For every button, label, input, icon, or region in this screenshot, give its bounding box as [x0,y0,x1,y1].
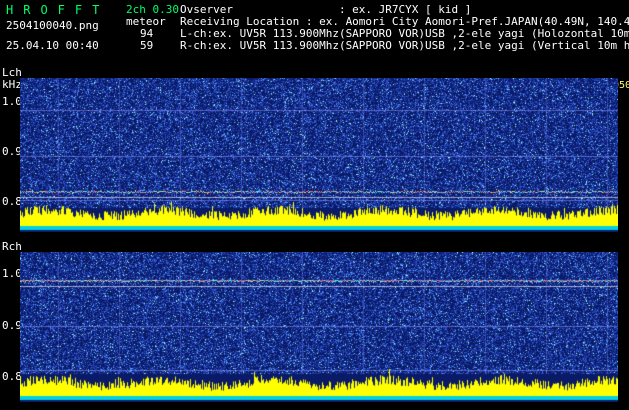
lch-ytick-0.9: 0.9 [2,145,22,158]
rch-channel-label: Rch [2,240,22,253]
rch-description: R-ch:ex. UV5R 113.900Mhz(SAPPORO VOR)USB… [180,39,629,52]
meteor-count-rch: 59 [140,39,154,52]
rch-ytick-0.9: 0.9 [2,319,22,332]
file-name: 2504100040.png [6,19,99,32]
frequency-unit-label: kHz [2,78,22,91]
rch-spectrogram [20,252,618,402]
rch-ytick-1.0: 1.0 [2,267,22,280]
datetime-label: 25.04.10 00:40 [6,39,99,52]
hrofft-window: HROFFT 2ch 0.30 2504100040.png 25.04.10 … [0,0,629,410]
lch-ytick-0.8: 0.8 [2,195,22,208]
app-logo: HROFFT [6,3,110,17]
lch-spectrogram [20,78,618,232]
rch-ytick-0.8: 0.8 [2,370,22,383]
lch-ytick-1.0: 1.0 [2,95,22,108]
